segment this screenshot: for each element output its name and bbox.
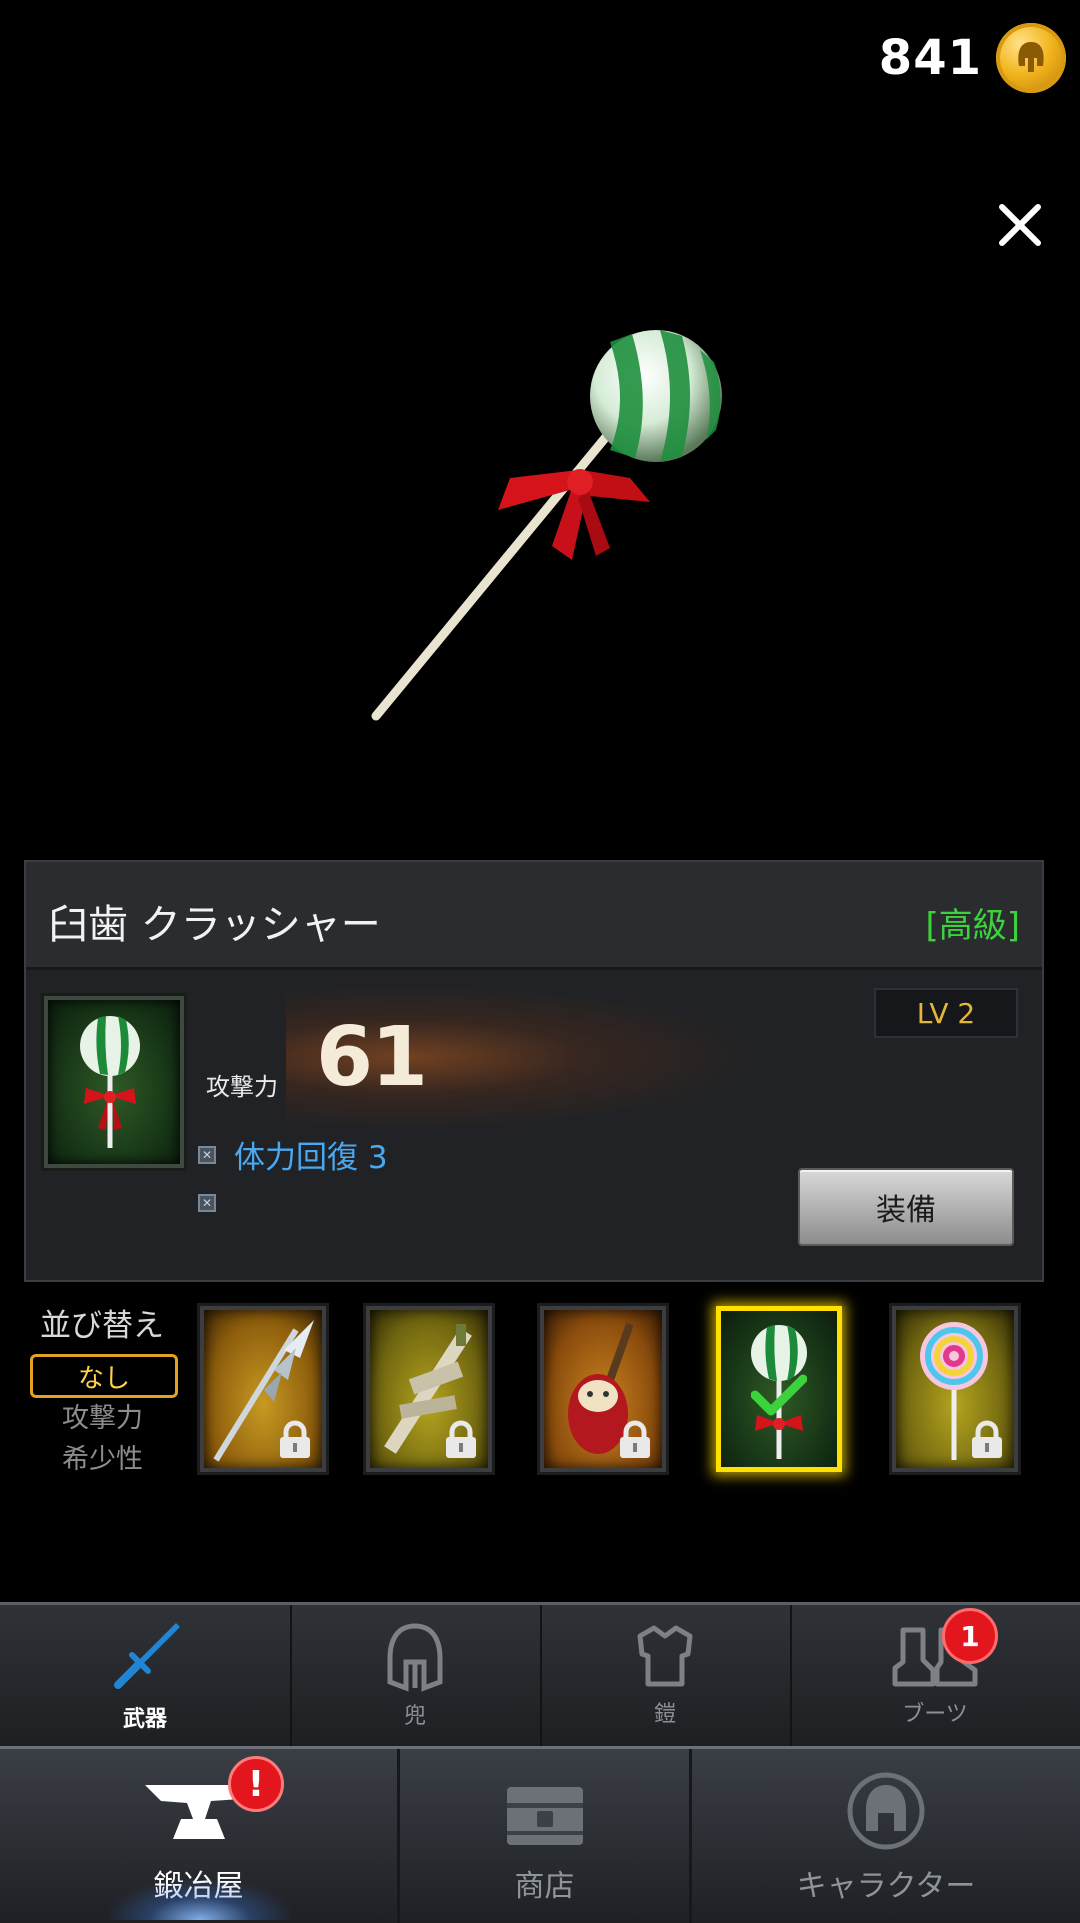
sword-icon (114, 1623, 180, 1689)
chest-icon (506, 1787, 583, 1845)
active-tab-glow (110, 1880, 290, 1920)
item-thumbnail (44, 996, 184, 1168)
sort-title: 並び替え (40, 1308, 164, 1344)
inventory-slot-silver-spear[interactable] (200, 1306, 326, 1472)
inventory-slot-bone-sword[interactable] (366, 1306, 492, 1472)
lock-icon (446, 1420, 476, 1458)
attack-label: 攻撃力 (206, 1073, 278, 1101)
level-badge: LV 2 (874, 988, 1018, 1038)
item-name: 臼歯 クラッシャー (48, 902, 381, 948)
rarity-label: [高級] (925, 906, 1020, 946)
tab-armor[interactable]: 鎧 (540, 1605, 792, 1747)
tab-armor-label: 鎧 (653, 1702, 676, 1727)
skill-text: 体力回復 3 (234, 1140, 388, 1176)
tab-helmet[interactable]: 兜 (290, 1605, 542, 1747)
currency-amount: 841 (878, 30, 982, 86)
nav-character-label: キャラクター (796, 1869, 976, 1904)
helmet-icon (387, 1623, 443, 1692)
currency-display: 841 (879, 18, 1066, 98)
lock-icon (972, 1420, 1002, 1458)
inventory-slot-meat-club[interactable] (540, 1306, 666, 1472)
skill-slot-icon: ✕ (198, 1146, 216, 1164)
inventory-slot-green-lollipop[interactable] (716, 1306, 842, 1472)
tab-helmet-label: 兜 (403, 1704, 426, 1729)
tab-weapons-label: 武器 (122, 1707, 167, 1732)
lock-icon (280, 1420, 310, 1458)
nav-shop-label: 商店 (514, 1869, 575, 1904)
close-button[interactable] (990, 195, 1050, 255)
nav-shop[interactable]: 商店 (400, 1749, 692, 1923)
close-icon (999, 204, 1041, 246)
inventory-slot-rainbow-lollipop[interactable] (892, 1306, 1018, 1472)
sort-option-rarity[interactable]: 希少性 (62, 1437, 143, 1476)
checkmark-icon (751, 1374, 807, 1416)
blacksmith-alert-badge: ! (228, 1756, 284, 1812)
boots-notification-badge: 1 (942, 1608, 998, 1664)
item-header: 臼歯 クラッシャー [高級] (26, 862, 1042, 970)
item-info-panel: 臼歯 クラッシャー [高級] LV 2 攻撃力 61 ✕ 体力回復 3 ✕ 装備 (24, 860, 1044, 1282)
skill-slot-empty-icon: ✕ (198, 1194, 216, 1212)
sort-option-attack[interactable]: 攻撃力 (62, 1396, 143, 1435)
tab-boots[interactable]: ブーツ (790, 1605, 1080, 1747)
tab-boots-label: ブーツ (902, 1702, 968, 1727)
spartan-helmet-icon (847, 1772, 925, 1850)
equip-button[interactable]: 装備 (798, 1168, 1014, 1246)
attack-value: 61 (316, 1010, 428, 1105)
coin-helmet-icon (996, 23, 1066, 93)
sort-option-none[interactable]: なし (30, 1354, 178, 1398)
armor-icon (637, 1625, 693, 1687)
equipment-category-bar: 武器 兜 鎧 ブーツ (0, 1602, 1080, 1747)
lock-icon (620, 1420, 650, 1458)
nav-character[interactable]: キャラクター (692, 1749, 1080, 1923)
tab-weapons[interactable]: 武器 (0, 1605, 292, 1747)
item-preview-image (360, 320, 760, 740)
